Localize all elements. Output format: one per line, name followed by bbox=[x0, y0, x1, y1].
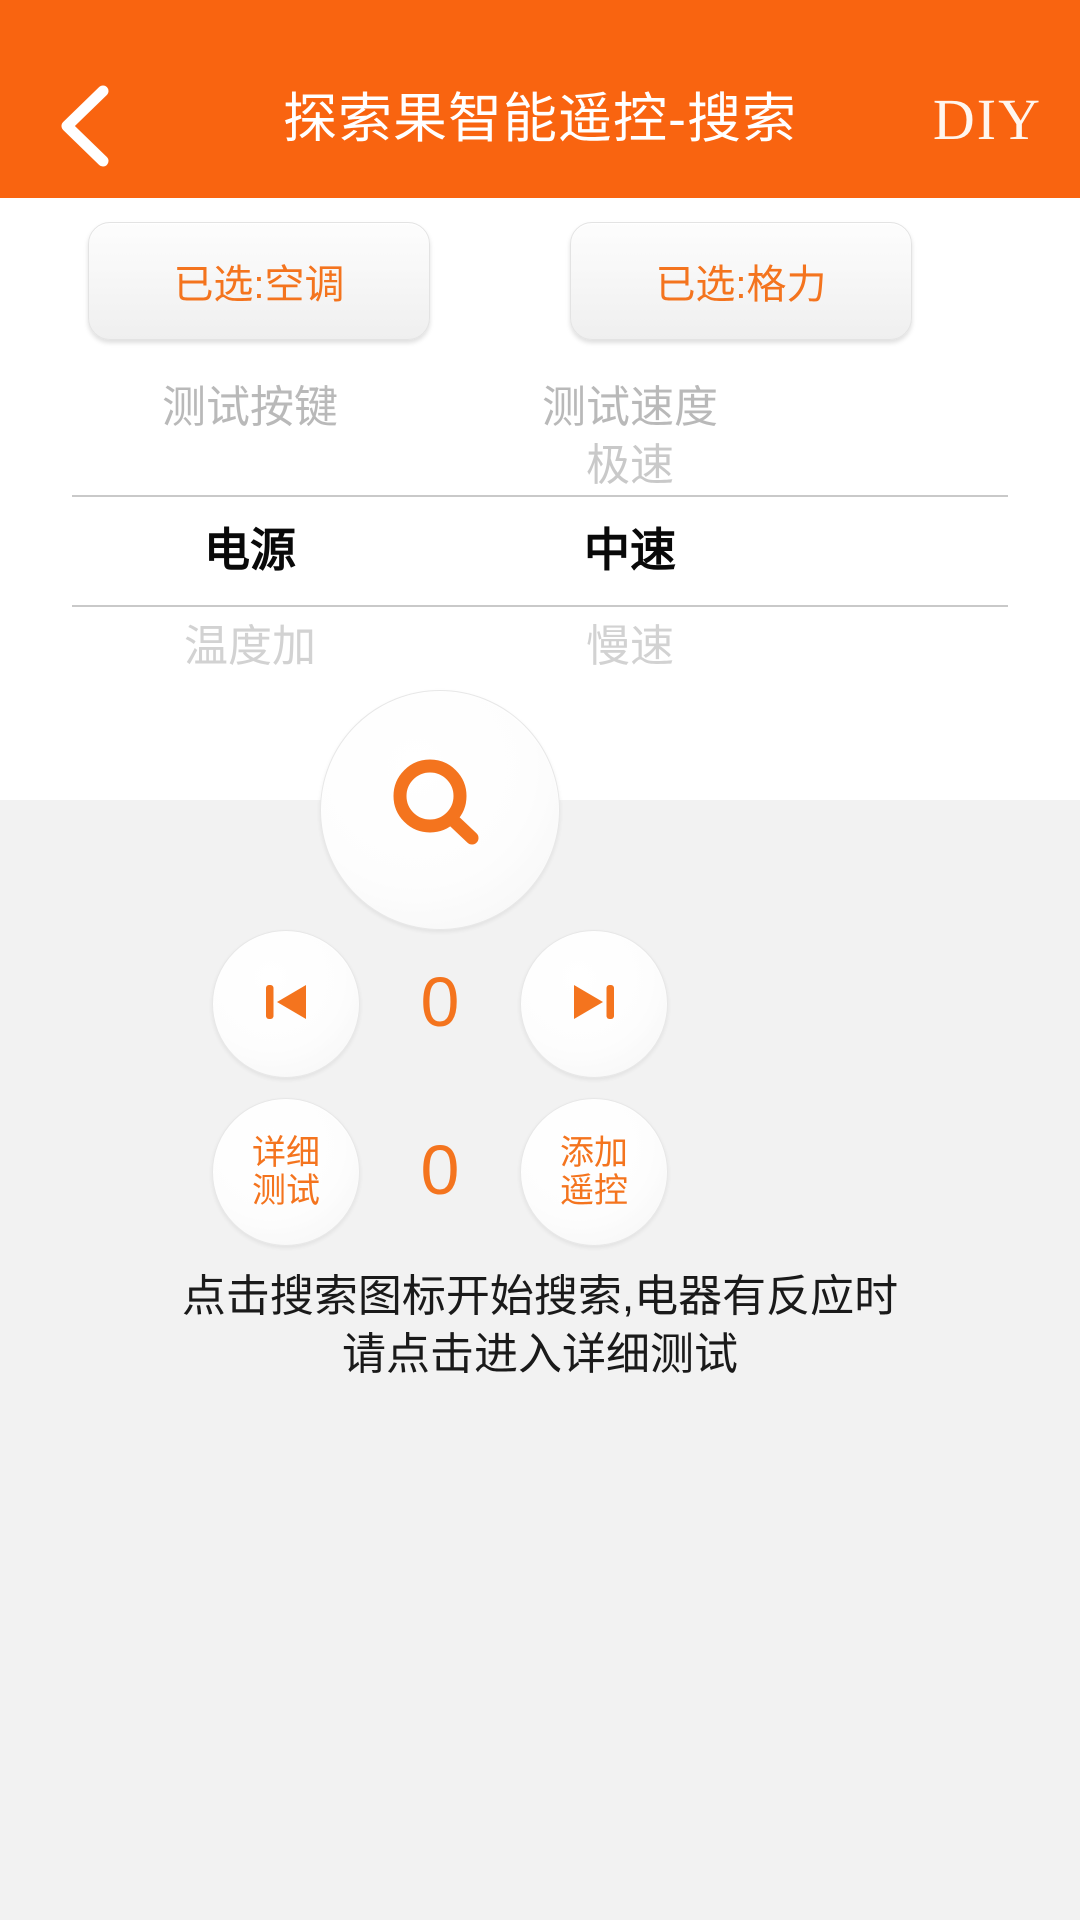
add-remote-button[interactable]: 添加 遥控 bbox=[520, 1098, 668, 1246]
device-brand-selector[interactable]: 已选:格力 bbox=[570, 222, 912, 340]
skip-previous-icon bbox=[258, 974, 314, 1035]
picker-item-selected[interactable]: 中速 bbox=[400, 508, 860, 592]
picker-item-above1[interactable]: 极速 bbox=[400, 438, 860, 494]
previous-button[interactable] bbox=[212, 930, 360, 1078]
page-title: 探索果智能遥控-搜索 bbox=[283, 88, 797, 149]
instruction-line-1: 点击搜索图标开始搜索,电器有反应时 bbox=[181, 1272, 899, 1321]
instruction-line-2: 请点击进入详细测试 bbox=[342, 1330, 738, 1379]
search-counter-bottom: 0 bbox=[420, 1131, 460, 1209]
device-brand-label: 已选:格力 bbox=[655, 263, 827, 307]
search-button[interactable] bbox=[320, 690, 560, 930]
app-header: 探索果智能遥控-搜索 DIY bbox=[0, 0, 1080, 198]
picker-section: 测试按键 电源 温度加 测试速度 极速 中速 慢速 bbox=[0, 350, 1080, 800]
device-type-label: 已选:空调 bbox=[173, 263, 345, 307]
device-type-selector[interactable]: 已选:空调 bbox=[88, 222, 430, 340]
picker-item-above2[interactable]: 测试速度 bbox=[400, 378, 860, 438]
search-counter-top: 0 bbox=[420, 963, 460, 1041]
search-icon bbox=[380, 748, 500, 873]
add-remote-label: 添加 遥控 bbox=[560, 1134, 628, 1210]
picker-item-below1[interactable]: 慢速 bbox=[400, 612, 860, 682]
detail-test-button[interactable]: 详细 测试 bbox=[212, 1098, 360, 1246]
skip-next-icon bbox=[566, 974, 622, 1035]
next-button[interactable] bbox=[520, 930, 668, 1078]
diy-button[interactable]: DIY bbox=[933, 86, 1042, 153]
detail-test-label: 详细 测试 bbox=[252, 1134, 320, 1210]
app-root: 探索果智能遥控-搜索 DIY 已选:空调 已选:格力 测试按键 电源 温度加 测… bbox=[0, 0, 1080, 1920]
selector-row: 已选:空调 已选:格力 bbox=[0, 222, 1080, 342]
instruction-text: 点击搜索图标开始搜索,电器有反应时 请点击进入详细测试 bbox=[0, 1268, 1080, 1384]
control-pad: 0 详细 测试 添加 遥控 0 点击搜索图标开始搜索,电器有反应时 请点击进入详… bbox=[0, 690, 1080, 1920]
